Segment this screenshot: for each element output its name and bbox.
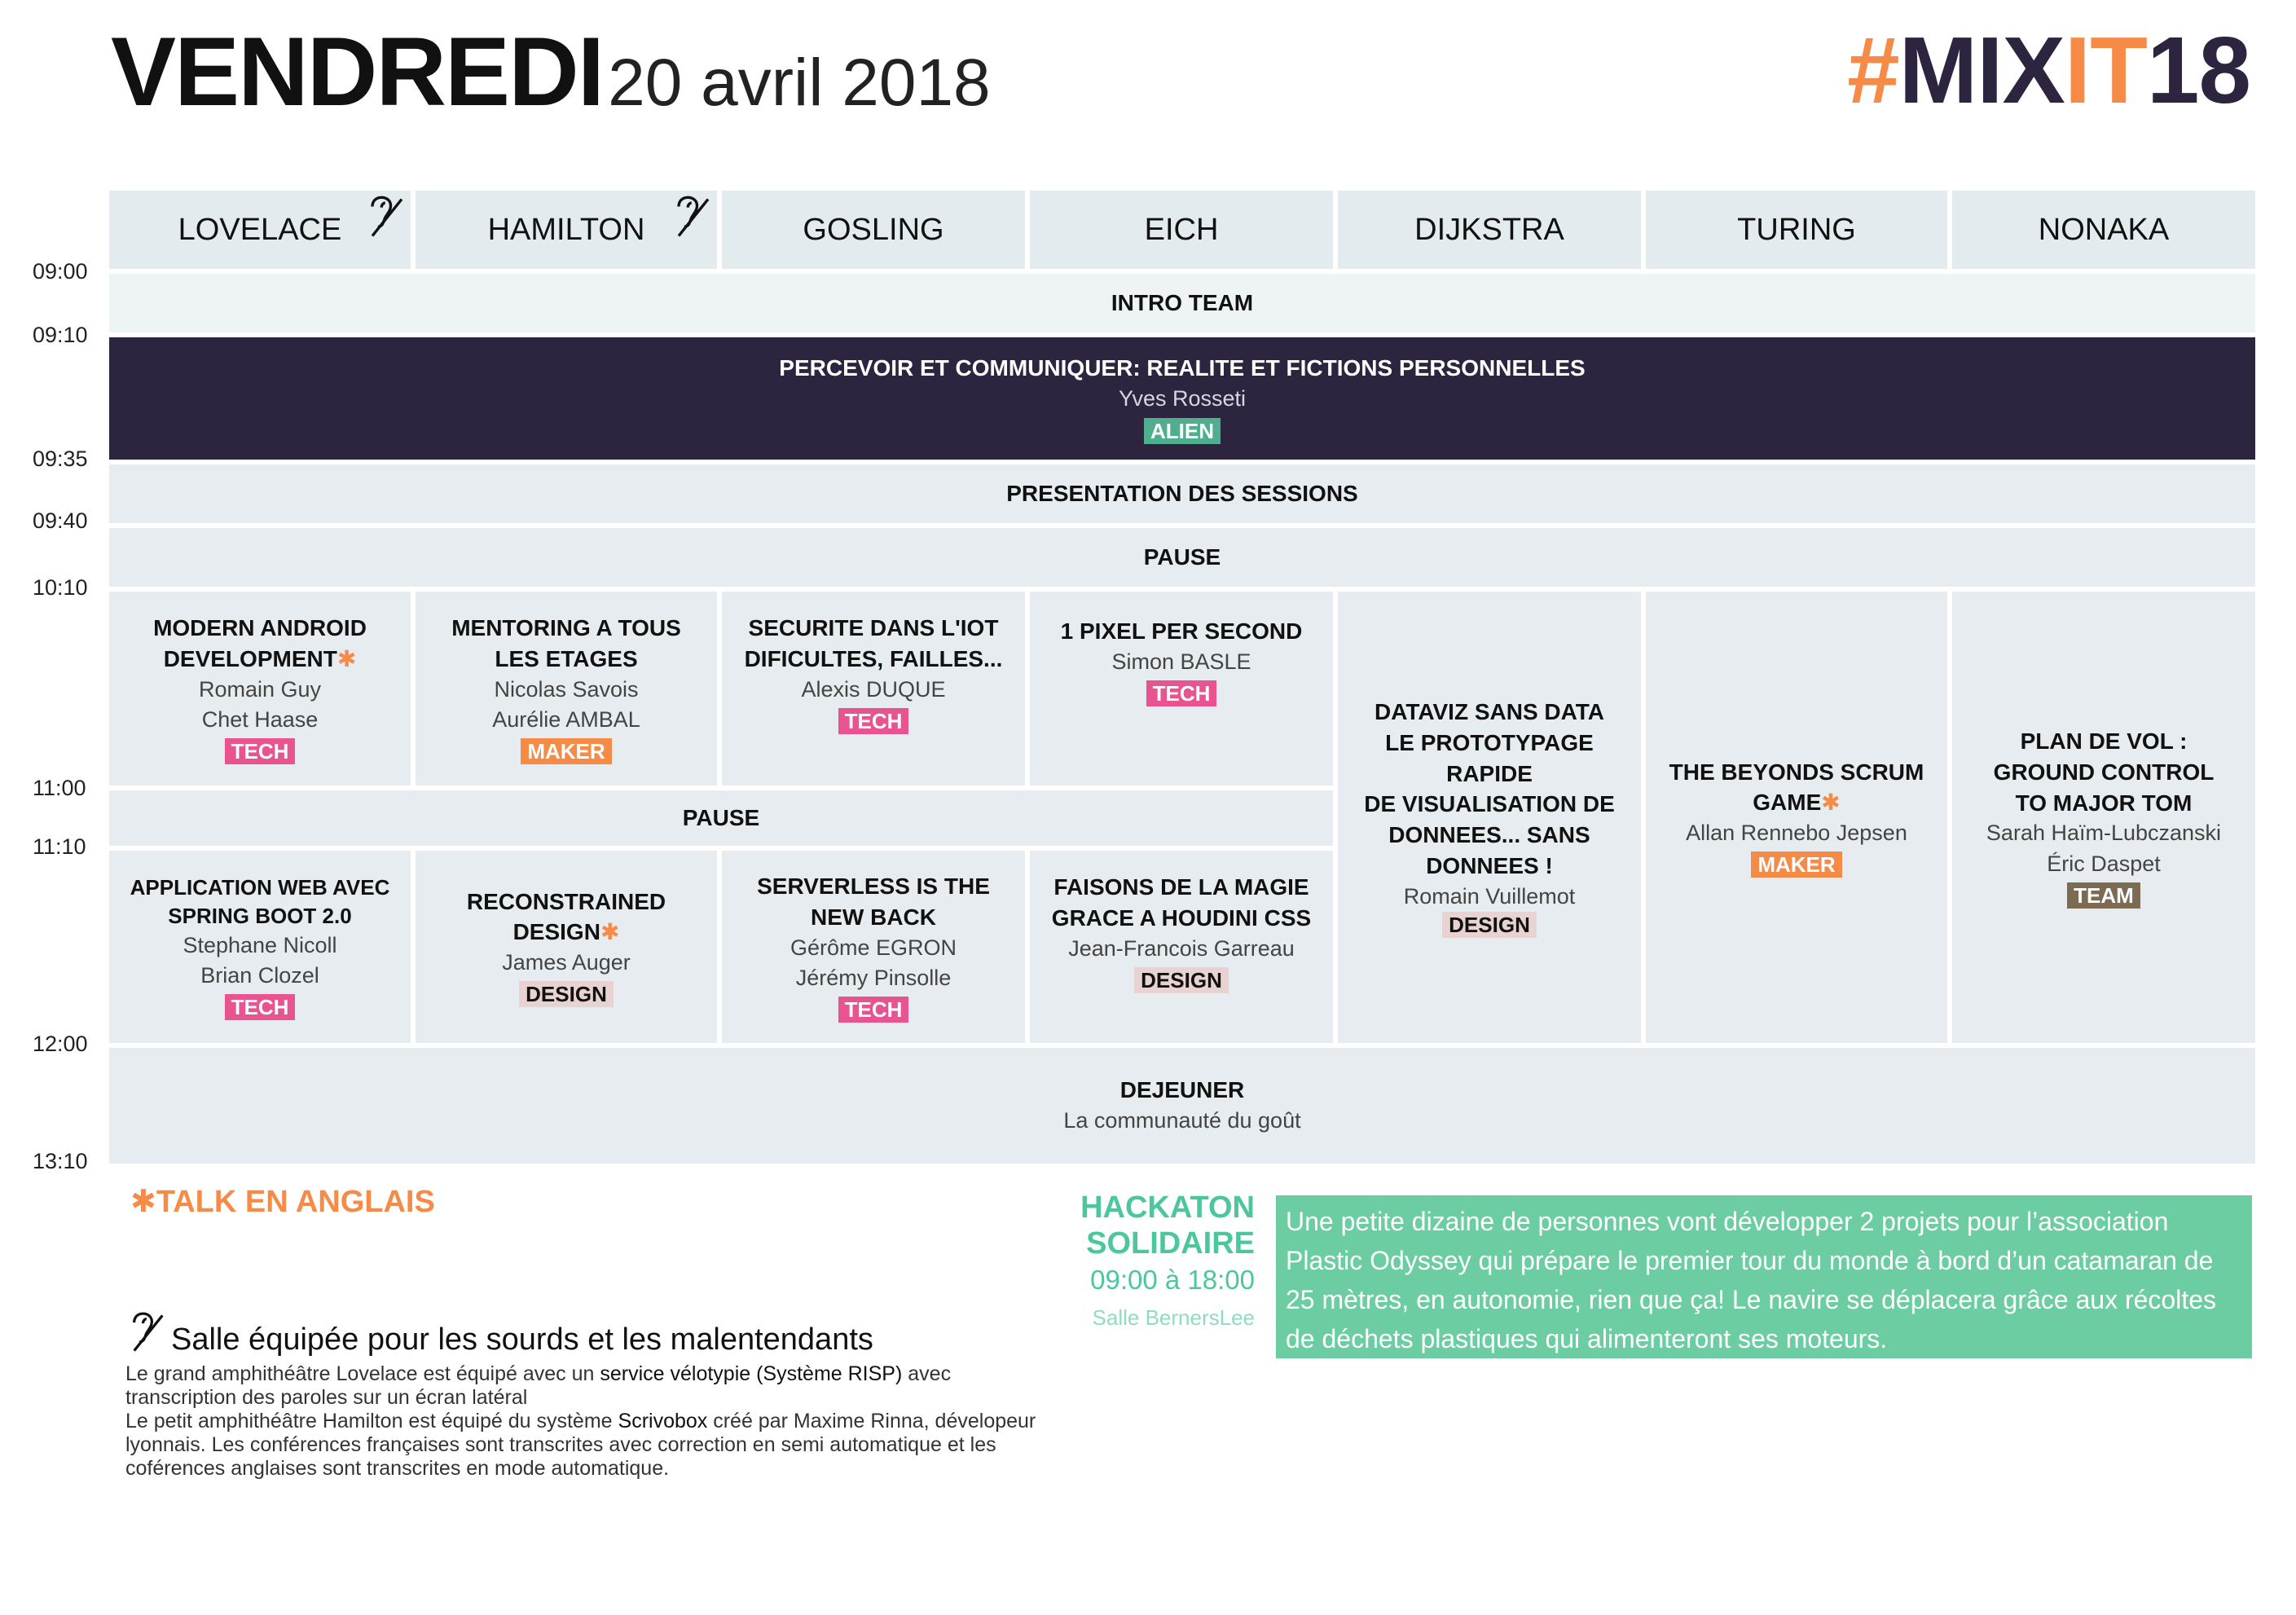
room-header-eich: EICH xyxy=(1030,191,1333,269)
date-label: 20 avril 2018 xyxy=(608,46,991,120)
track-tag: TECH xyxy=(224,738,296,765)
hackathon-description: Une petite dizaine de personnes vont dév… xyxy=(1276,1195,2252,1358)
speaker: James Auger xyxy=(502,950,631,975)
session-card-dijkstra[interactable]: DATAVIZ SANS DATA LE PROTOTYPAGE RAPIDE … xyxy=(1338,592,1641,1043)
session-card-eich-1[interactable]: 1 PIXEL PER SECOND Simon BASLE TECH xyxy=(1030,592,1333,785)
speaker: Allan Rennebo Jepsen xyxy=(1686,821,1907,846)
track-tag: ALIEN xyxy=(1144,417,1221,444)
day-label: VENDREDI xyxy=(111,17,605,126)
time-label: 10:10 xyxy=(33,575,88,600)
page-title: VENDREDI20 avril 2018 xyxy=(111,23,991,121)
speaker: Chet Haase xyxy=(201,706,319,732)
track-tag: DESIGN xyxy=(1134,966,1229,993)
session-card-lovelace-1[interactable]: MODERN ANDROID DEVELOPMENT✱ Romain Guy C… xyxy=(109,592,411,785)
speaker: Romain Vuillemot xyxy=(1403,883,1576,909)
session-presentation[interactable]: PRESENTATION DES SESSIONS xyxy=(109,464,2255,523)
session-card-nonaka[interactable]: PLAN DE VOL : GROUND CONTROL TO MAJOR TO… xyxy=(1952,592,2255,1043)
speaker: Yves Rosseti xyxy=(1118,386,1247,411)
room-header-hamilton: HAMILTON xyxy=(416,191,717,269)
track-tag: MAKER xyxy=(521,738,612,765)
legend-english-talk: ✱TALK EN ANGLAIS xyxy=(130,1185,435,1219)
speaker: Romain Guy xyxy=(198,676,322,702)
track-tag: TECH xyxy=(224,994,296,1021)
legend-description: Le grand amphithéâtre Lovelace est équip… xyxy=(125,1362,1036,1480)
speaker: Nicolas Savois xyxy=(494,676,639,702)
track-tag: TECH xyxy=(1146,680,1217,707)
session-card-lovelace-2[interactable]: APPLICATION WEB AVEC SPRING BOOT 2.0 Ste… xyxy=(109,851,411,1043)
track-tag: TECH xyxy=(838,707,909,734)
speaker: Brian Clozel xyxy=(200,963,319,988)
hackathon-info: HACKATON SOLIDAIRE 09:00 à 18:00 Salle B… xyxy=(1080,1190,1255,1330)
session-card-eich-2[interactable]: FAISONS DE LA MAGIE GRACE A HOUDINI CSS … xyxy=(1030,851,1333,1043)
time-label: 09:00 xyxy=(33,259,88,284)
speaker: Alexis DUQUE xyxy=(801,676,946,702)
speaker: Aurélie AMBAL xyxy=(492,706,640,732)
session-card-turing[interactable]: THE BEYONDS SCRUM GAME✱ Allan Rennebo Je… xyxy=(1646,592,1947,1043)
time-label: 11:10 xyxy=(33,834,86,859)
track-tag: TECH xyxy=(838,997,909,1023)
time-label: 12:00 xyxy=(33,1032,88,1056)
english-talk-icon: ✱ xyxy=(336,645,357,671)
hearing-assist-icon xyxy=(371,196,403,237)
session-card-hamilton-2[interactable]: RECONSTRAINED DESIGN✱ James Auger DESIGN xyxy=(416,851,717,1043)
pause-row: PAUSE xyxy=(109,790,1333,846)
room-header-gosling: GOSLING xyxy=(722,191,1025,269)
time-label: 09:35 xyxy=(33,447,88,471)
session-card-gosling-2[interactable]: SERVERLESS IS THE NEW BACK Gérôme EGRON … xyxy=(722,851,1025,1043)
speaker: Jean-Francois Garreau xyxy=(1068,935,1295,961)
track-tag: MAKER xyxy=(1751,852,1842,878)
speaker: Éric Daspet xyxy=(2047,851,2161,876)
mixit-logo: #MIXIT18 xyxy=(1847,17,2251,123)
session-keynote[interactable]: PERCEVOIR ET COMMUNIQUER: REALITE ET FIC… xyxy=(109,337,2255,460)
session-lunch[interactable]: DEJEUNER La communauté du goût xyxy=(109,1048,2255,1164)
legend-hearing: Salle équipée pour les sourds et les mal… xyxy=(130,1312,873,1358)
pause-row: PAUSE xyxy=(109,528,2255,587)
hearing-assist-icon xyxy=(677,196,710,237)
session-card-hamilton-1[interactable]: MENTORING A TOUS LES ETAGES Nicolas Savo… xyxy=(416,592,717,785)
time-label: 13:10 xyxy=(33,1149,88,1173)
english-talk-icon: ✱ xyxy=(1821,790,1841,816)
time-label: 11:00 xyxy=(33,776,86,800)
english-talk-icon: ✱ xyxy=(600,919,620,945)
track-tag: DESIGN xyxy=(519,981,614,1008)
room-header-lovelace: LOVELACE xyxy=(109,191,411,269)
session-card-gosling-1[interactable]: SECURITE DANS L'IOT DIFICULTES, FAILLES.… xyxy=(722,592,1025,785)
speaker: Sarah Haïm-Lubczanski xyxy=(1986,821,2222,846)
asterisk-icon: ✱ xyxy=(130,1185,156,1219)
room-header-dijkstra: DIJKSTRA xyxy=(1338,191,1641,269)
track-tag: DESIGN xyxy=(1442,912,1537,939)
speaker: Simon BASLE xyxy=(1111,649,1251,674)
time-label: 09:40 xyxy=(33,508,88,533)
session-title: PERCEVOIR ET COMMUNIQUER: REALITE ET FIC… xyxy=(779,355,1586,381)
speaker: Stephane Nicoll xyxy=(183,932,337,957)
hearing-assist-icon xyxy=(133,1312,164,1352)
track-tag: TEAM xyxy=(2067,882,2140,909)
room-header-nonaka: NONAKA xyxy=(1952,191,2255,269)
room-header-turing: TURING xyxy=(1646,191,1947,269)
time-label: 09:10 xyxy=(33,323,88,347)
speaker: Gérôme EGRON xyxy=(790,935,957,960)
speaker: Jérémy Pinsolle xyxy=(795,965,952,990)
session-intro-team[interactable]: INTRO TEAM xyxy=(109,274,2255,332)
